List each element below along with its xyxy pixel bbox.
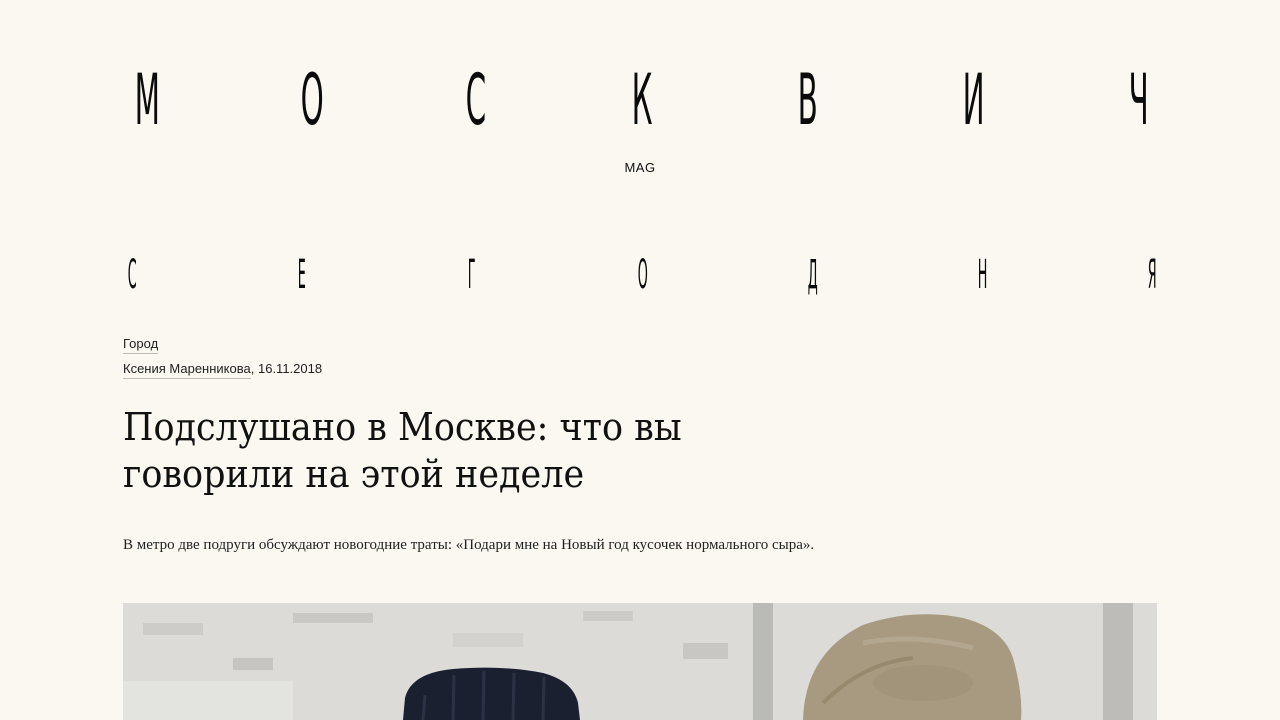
logo-letter: В — [797, 59, 818, 141]
section-letter: С — [127, 252, 137, 298]
logo-letter: И — [962, 59, 985, 141]
section-letter: Д — [807, 252, 818, 298]
site-logo[interactable]: М О С К В И Ч — [123, 50, 1157, 150]
logo-letter: К — [631, 59, 653, 141]
byline: Ксения Маренникова, 16.11.2018 — [123, 361, 323, 379]
author-link[interactable]: Ксения Маренникова — [123, 361, 251, 379]
page: М О С К В И Ч MAG С Е Г О Д Н Я Город Кс… — [0, 0, 1280, 720]
section-letter: Н — [977, 252, 988, 298]
logo-subtitle: MAG — [624, 160, 656, 175]
article-title: Подслушано в Москве: что вы говорили на … — [123, 405, 682, 496]
publish-date: 16.11.2018 — [257, 361, 323, 376]
byline-separator: , — [250, 361, 255, 376]
section-letter: О — [637, 252, 648, 298]
section-title-link[interactable]: С Е Г О Д Н Я — [123, 253, 1157, 298]
logo-letter: О — [300, 59, 324, 141]
article-lead: В метро две подруги обсуждают новогодние… — [123, 537, 815, 553]
logo-letter: М — [134, 59, 160, 141]
rubric-link[interactable]: Город — [123, 336, 159, 354]
hero-photo-graphic — [123, 603, 1157, 720]
logo-letter: С — [465, 59, 487, 141]
article-hero-image — [123, 603, 1157, 720]
section-letter: Г — [467, 252, 476, 298]
section-letter: Я — [1147, 252, 1157, 298]
logo-letter: Ч — [1128, 59, 1149, 141]
section-letter: Е — [297, 252, 306, 298]
